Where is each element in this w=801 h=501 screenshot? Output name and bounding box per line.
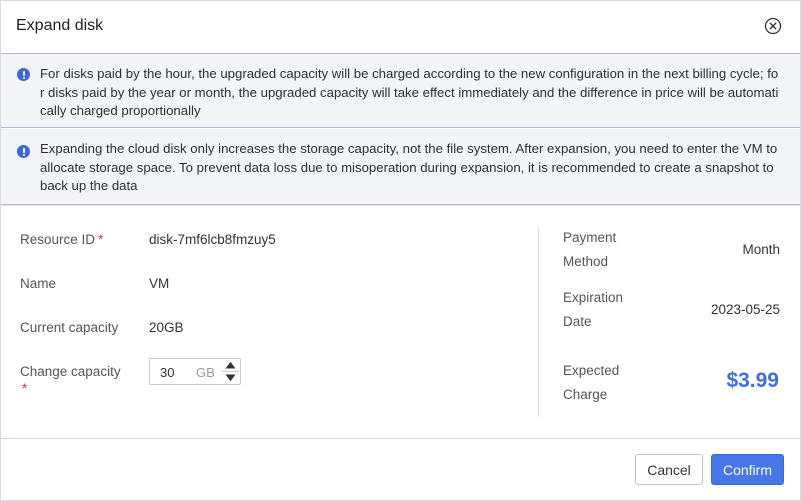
expected-charge-value: $3.99	[726, 369, 779, 392]
caret-up-icon	[225, 361, 236, 369]
expiration-date-label: Expiration Date	[563, 290, 624, 329]
dialog-title: Expand disk	[16, 17, 104, 34]
resource-id-value: disk-7mf6lcb8fmzuy5	[149, 232, 276, 247]
name-value: VM	[149, 276, 170, 291]
close-circle-icon[interactable]	[764, 17, 782, 35]
cancel-button[interactable]: Cancel	[635, 454, 703, 485]
footer-divider	[1, 438, 800, 439]
name-label: Name	[20, 276, 57, 291]
payment-method-label: Payment Method	[563, 230, 617, 269]
filesystem-notice-text: Expanding the cloud disk only increases …	[40, 141, 778, 193]
info-circle-icon	[17, 68, 30, 81]
caret-down-icon	[225, 374, 236, 382]
capacity-unit: GB	[196, 365, 215, 380]
resource-id-label: Resource ID *	[20, 232, 104, 247]
increment-button[interactable]	[220, 359, 241, 371]
info-circle-icon	[17, 145, 30, 158]
current-capacity-label: Current capacity	[20, 320, 119, 335]
filesystem-notice: Expanding the cloud disk only increases …	[1, 129, 800, 205]
expand-disk-dialog: Expand disk For disks paid by the hour, …	[0, 0, 801, 501]
divider	[1, 205, 800, 206]
current-capacity-value: 20GB	[149, 320, 184, 335]
required-mark: *	[98, 232, 104, 247]
capacity-input[interactable]: 30	[160, 365, 174, 380]
stepper-controls	[220, 359, 241, 384]
payment-method-value: Month	[742, 242, 780, 257]
vertical-divider	[538, 227, 539, 417]
dialog-header: Expand disk	[1, 1, 800, 54]
change-capacity-label: Change capacity	[20, 364, 121, 379]
capacity-stepper[interactable]: 30 GB	[149, 358, 241, 385]
billing-notice-text: For disks paid by the hour, the upgraded…	[40, 66, 779, 118]
decrement-button[interactable]	[220, 372, 241, 384]
billing-notice: For disks paid by the hour, the upgraded…	[1, 54, 800, 128]
required-mark: *	[22, 381, 28, 396]
expiration-date-value: 2023-05-25	[710, 302, 780, 317]
confirm-button[interactable]: Confirm	[711, 454, 784, 485]
expected-charge-label: Expected Charge	[563, 363, 620, 402]
